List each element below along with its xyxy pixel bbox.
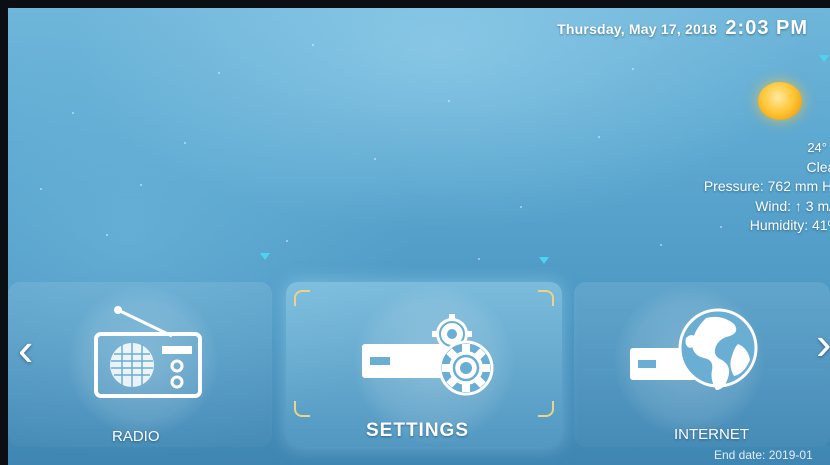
sun-icon: [758, 82, 802, 120]
current-date: Thursday, May 17, 2018: [557, 21, 717, 37]
settings-label: SETTINGS: [366, 420, 470, 441]
selection-corner-bottom-left: [294, 401, 310, 417]
weather-panel: 24° C Clear Pressure: 762 mm Hg Wind: ↑ …: [648, 138, 830, 236]
date-time: Thursday, May 17, 2018 2:03 PM: [557, 17, 808, 40]
menu-item-settings[interactable]: SETTINGS: [286, 282, 562, 447]
current-time: 2:03 PM: [725, 17, 808, 39]
radio-icon: [94, 306, 202, 398]
selection-corner-bottom-right: [538, 401, 554, 417]
radio-label: RADIO: [112, 428, 160, 445]
weather-wind: Wind: ↑ 3 m/s: [755, 197, 830, 214]
selection-corner-top-right: [538, 290, 554, 306]
globe-icon: [630, 308, 758, 390]
focus-marker-center: [539, 257, 549, 264]
focus-marker-top-right: [819, 55, 829, 62]
weather-temperature: 24° C: [807, 140, 830, 155]
weather-humidity: Humidity: 41%: [749, 217, 830, 233]
weather-pressure: Pressure: 762 mm Hg: [703, 178, 830, 194]
weather-condition: Clear: [806, 158, 830, 175]
selection-corner-top-left: [294, 290, 310, 306]
menu-item-internet[interactable]: INTERNET: [574, 282, 830, 447]
nav-next-arrow[interactable]: ›: [816, 320, 830, 366]
settings-gears-icon: [362, 314, 494, 396]
menu-item-radio[interactable]: RADIO: [8, 282, 272, 447]
end-date-text: End date: 2019-01: [714, 448, 813, 462]
focus-marker-left: [260, 253, 270, 260]
internet-label: INTERNET: [674, 426, 749, 443]
tv-home-screen: Thursday, May 17, 2018 2:03 PM 24° C Cle…: [8, 8, 830, 465]
nav-prev-arrow[interactable]: ‹: [18, 326, 33, 372]
